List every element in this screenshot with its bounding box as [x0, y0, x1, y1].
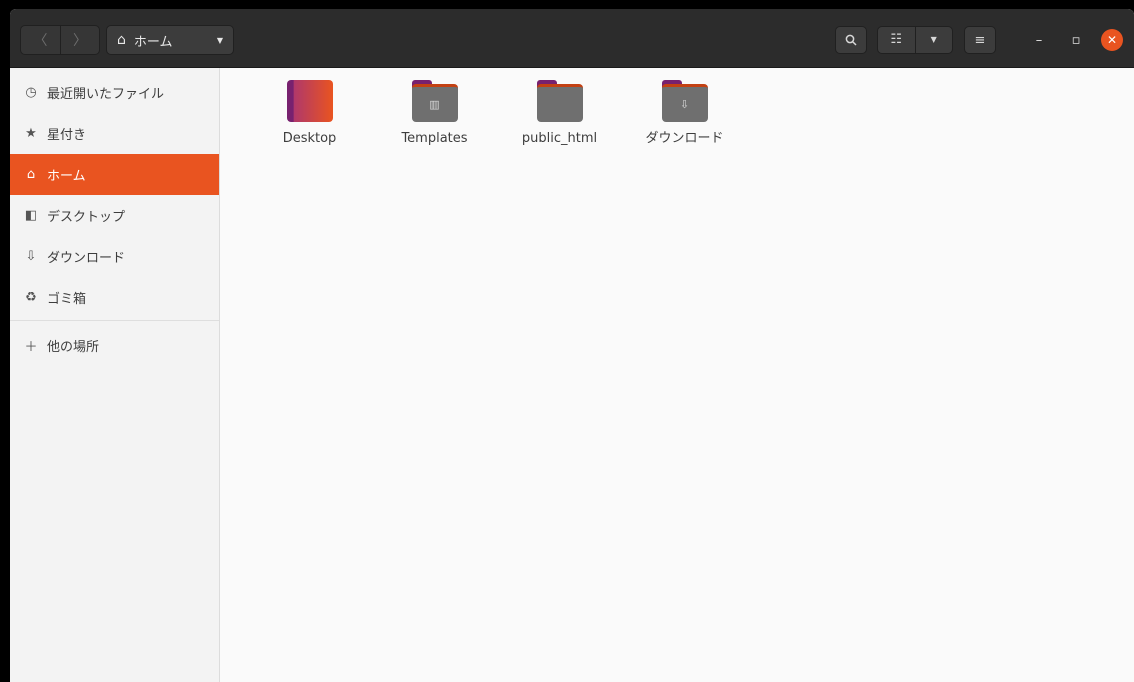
templates-folder-icon: ▥: [411, 80, 458, 122]
maximize-icon: ▫: [1071, 32, 1081, 48]
sidebar-item-label: ゴミ箱: [47, 292, 87, 307]
home-icon: ⌂: [26, 167, 36, 182]
minimize-button[interactable]: –: [1027, 28, 1051, 52]
chevron-right-icon: 〉: [72, 33, 87, 49]
chevron-left-icon: 〈: [33, 33, 48, 49]
star-icon: ★: [25, 126, 37, 141]
hamburger-menu-icon: ≡: [974, 32, 986, 48]
search-icon: [845, 34, 857, 46]
sidebar-item-trash[interactable]: ♻ ゴミ箱: [10, 277, 219, 318]
navigation-buttons: 〈 〉: [20, 25, 100, 55]
file-item-public-html[interactable]: public_html: [497, 80, 622, 149]
sidebar-item-home[interactable]: ⌂ ホーム: [10, 154, 219, 195]
plus-icon: ＋: [24, 340, 38, 355]
header-bar: 〈 〉 ⌂ ホーム ▼ ☷ ▼ ≡ – ▫ ✕: [10, 9, 1134, 68]
file-name: ダウンロード: [645, 131, 724, 146]
sidebar-item-label: ホーム: [47, 169, 86, 184]
main-menu-button[interactable]: ≡: [964, 26, 996, 54]
file-manager-window: 〈 〉 ⌂ ホーム ▼ ☷ ▼ ≡ – ▫ ✕ ◷ 最近開いたファイル ★ 星付…: [10, 9, 1134, 682]
file-name: Templates: [401, 131, 468, 146]
close-icon: ✕: [1106, 33, 1118, 47]
sidebar-item-starred[interactable]: ★ 星付き: [10, 113, 219, 154]
sidebar-item-label: ダウンロード: [47, 251, 126, 266]
sidebar-divider: [10, 320, 219, 321]
home-icon: ⌂: [117, 32, 126, 48]
folder-icon: [536, 80, 583, 122]
close-button[interactable]: ✕: [1101, 29, 1123, 51]
sidebar-item-label: 他の場所: [47, 340, 100, 355]
minimize-icon: –: [1035, 32, 1043, 48]
sidebar-item-label: 星付き: [47, 128, 87, 143]
file-name: public_html: [521, 131, 598, 146]
file-grid: Desktop ▥ Templates public_html ⇩ ダウンロード: [247, 80, 747, 149]
file-item-downloads[interactable]: ⇩ ダウンロード: [622, 80, 747, 149]
maximize-button[interactable]: ▫: [1064, 28, 1088, 52]
download-icon: ⇩: [25, 249, 37, 264]
file-name: Desktop: [282, 131, 337, 146]
view-options-dropdown[interactable]: ▼: [914, 27, 953, 53]
sidebar-item-downloads[interactable]: ⇩ ダウンロード: [10, 236, 219, 277]
desktop-folder-icon: [286, 80, 333, 122]
path-label: ホーム: [133, 34, 173, 50]
list-view-button[interactable]: ☷: [878, 27, 915, 53]
sidebar: ◷ 最近開いたファイル ★ 星付き ⌂ ホーム ◧ デスクトップ ⇩ ダウンロー…: [10, 68, 220, 682]
search-button[interactable]: [835, 26, 867, 54]
desktop-icon: ◧: [24, 208, 38, 223]
sidebar-item-label: デスクトップ: [47, 210, 126, 225]
file-view[interactable]: Desktop ▥ Templates public_html ⇩ ダウンロード: [221, 68, 1134, 682]
file-item-templates[interactable]: ▥ Templates: [372, 80, 497, 149]
view-options: ☷ ▼: [877, 26, 953, 54]
back-button[interactable]: 〈: [21, 26, 60, 54]
trash-icon: ♻: [25, 290, 37, 305]
sidebar-places: ◷ 最近開いたファイル ★ 星付き ⌂ ホーム ◧ デスクトップ ⇩ ダウンロー…: [10, 68, 219, 366]
downloads-folder-icon: ⇩: [661, 80, 708, 122]
path-bar-home-button[interactable]: ⌂ ホーム ▼: [106, 25, 234, 55]
chevron-down-icon: ▼: [216, 35, 223, 45]
clock-icon: ◷: [25, 85, 37, 100]
sidebar-item-other-locations[interactable]: ＋ 他の場所: [10, 325, 219, 366]
sidebar-item-desktop[interactable]: ◧ デスクトップ: [10, 195, 219, 236]
file-item-desktop[interactable]: Desktop: [247, 80, 372, 149]
sidebar-item-recent[interactable]: ◷ 最近開いたファイル: [10, 72, 219, 113]
sidebar-item-label: 最近開いたファイル: [47, 87, 165, 102]
forward-button[interactable]: 〉: [59, 26, 99, 54]
